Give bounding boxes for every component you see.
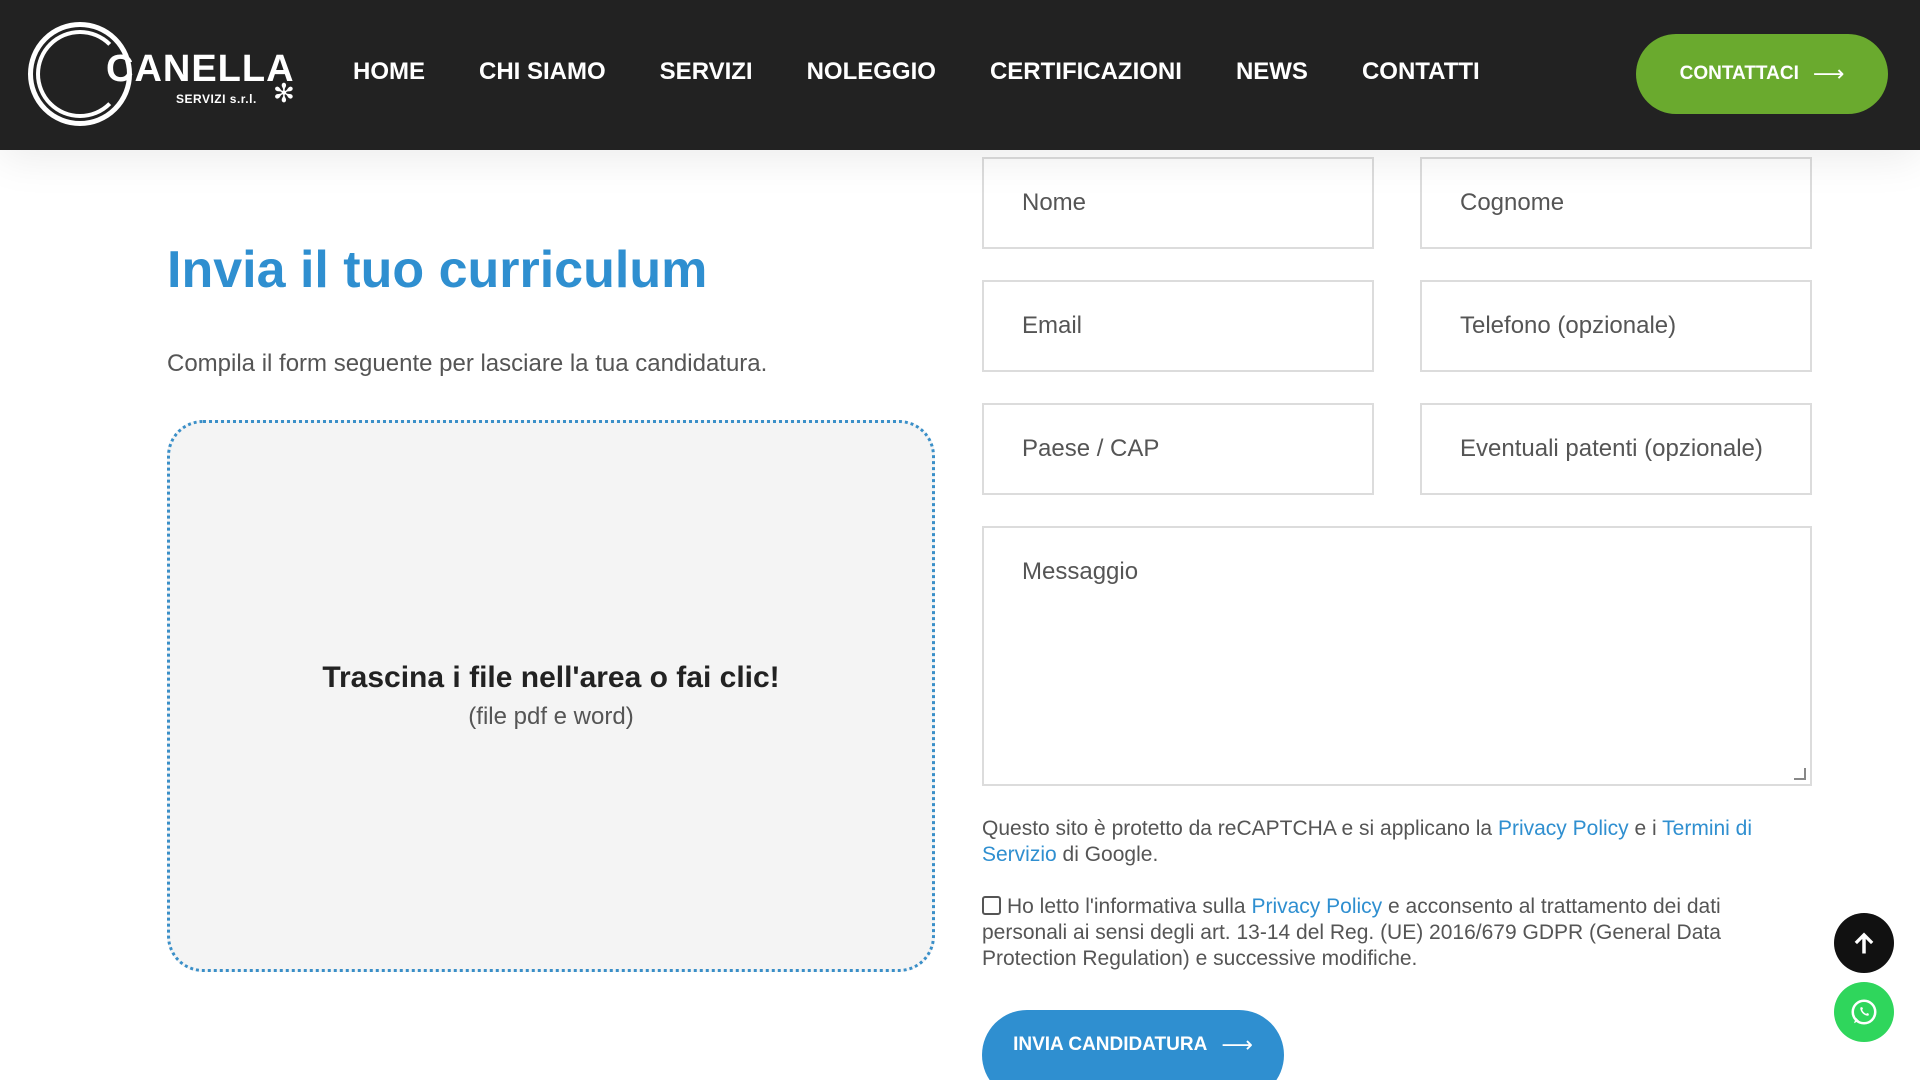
nome-field[interactable]: Nome: [982, 157, 1374, 249]
whatsapp-button[interactable]: [1834, 982, 1894, 1042]
consent-text-prefix: Ho letto l'informativa sulla: [1007, 895, 1246, 918]
nav-chi-siamo[interactable]: CHI SIAMO: [479, 58, 606, 86]
recaptcha-text-prefix: Questo sito è protetto da reCAPTCHA e si…: [982, 817, 1493, 840]
nav-contatti[interactable]: CONTATTI: [1362, 58, 1480, 86]
consent-checkbox[interactable]: [982, 896, 1001, 915]
recaptcha-text-suffix: di Google.: [1062, 843, 1159, 866]
messaggio-textarea[interactable]: Messaggio: [982, 526, 1812, 786]
recaptcha-text-mid: e i: [1634, 817, 1657, 840]
submit-button[interactable]: INVIA CANDIDATURA ⟶: [982, 1010, 1284, 1080]
patenti-field[interactable]: Eventuali patenti (opzionale): [1420, 403, 1812, 495]
nav-noleggio[interactable]: NOLEGGIO: [807, 58, 936, 86]
contact-button[interactable]: CONTATTACI ⟶: [1636, 34, 1888, 114]
messaggio-placeholder: Messaggio: [1022, 558, 1139, 585]
dropzone-subtitle: (file pdf e word): [468, 703, 634, 730]
submit-button-label: INVIA CANDIDATURA: [1013, 1034, 1208, 1055]
logo-star-icon: ✻: [273, 78, 295, 108]
consent-privacy-link[interactable]: Privacy Policy: [1251, 895, 1382, 918]
logo[interactable]: CANELLA SERVIZI s.r.l. ✻: [28, 20, 295, 128]
whatsapp-icon: [1851, 999, 1877, 1025]
nav-certificazioni[interactable]: CERTIFICAZIONI: [990, 58, 1182, 86]
telefono-field[interactable]: Telefono (opzionale): [1420, 280, 1812, 372]
nav-news[interactable]: NEWS: [1236, 58, 1308, 86]
recaptcha-privacy-link[interactable]: Privacy Policy: [1498, 817, 1629, 840]
resize-handle-icon[interactable]: [1794, 768, 1806, 780]
page-description: Compila il form seguente per lasciare la…: [167, 350, 768, 377]
file-dropzone[interactable]: Trascina i file nell'area o fai clic! (f…: [167, 420, 935, 972]
logo-subtitle: SERVIZI s.r.l.: [176, 92, 257, 106]
arrow-right-icon: ⟶: [1812, 61, 1845, 86]
logo-text: CANELLA: [106, 48, 295, 90]
recaptcha-notice: Questo sito è protetto da reCAPTCHA e si…: [982, 816, 1822, 868]
arrow-right-icon: ⟶: [1221, 1032, 1253, 1057]
page-title: Invia il tuo curriculum: [167, 241, 708, 299]
paese-cap-field[interactable]: Paese / CAP: [982, 403, 1374, 495]
email-field[interactable]: Email: [982, 280, 1374, 372]
arrow-up-icon: [1854, 932, 1874, 954]
main-nav: HOME CHI SIAMO SERVIZI NOLEGGIO CERTIFIC…: [353, 58, 1534, 86]
dropzone-title: Trascina i file nell'area o fai clic!: [322, 661, 780, 694]
nav-home[interactable]: HOME: [353, 58, 425, 86]
contact-button-label: CONTATTACI: [1679, 63, 1799, 84]
site-header: CANELLA SERVIZI s.r.l. ✻ HOME CHI SIAMO …: [0, 0, 1920, 150]
cognome-field[interactable]: Cognome: [1420, 157, 1812, 249]
privacy-consent: Ho letto l'informativa sulla Privacy Pol…: [982, 894, 1762, 972]
scroll-to-top-button[interactable]: [1834, 913, 1894, 973]
nav-servizi[interactable]: SERVIZI: [660, 58, 753, 86]
